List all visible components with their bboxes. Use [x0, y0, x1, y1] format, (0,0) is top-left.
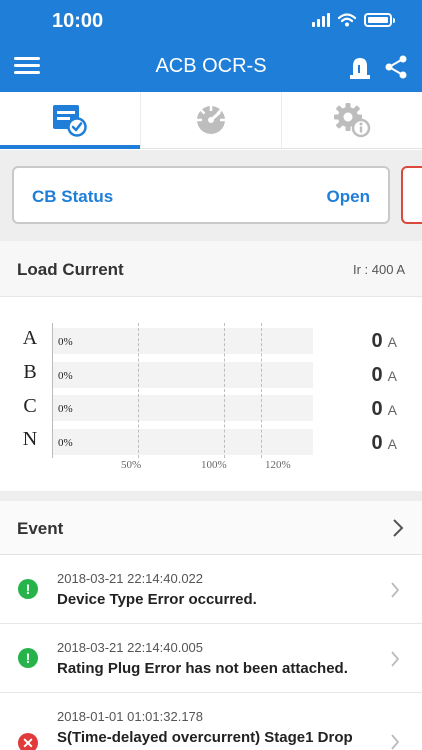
bar-track-n: 0%: [52, 429, 313, 455]
tab-status[interactable]: [0, 92, 141, 149]
event-item[interactable]: ✕ 2018-01-01 01:01:32.178 S(Time-delayed…: [0, 693, 422, 750]
status-icons: [312, 13, 395, 27]
phase-label-b: B: [23, 361, 37, 383]
event-header[interactable]: Event: [0, 501, 422, 555]
tick-100: 100%: [201, 459, 227, 471]
event-time: 2018-01-01 01:01:32.178: [57, 709, 204, 724]
exclamation-icon: !: [18, 648, 38, 668]
tab-gauge[interactable]: [141, 92, 282, 148]
status-bar: 10:00: [0, 0, 422, 44]
chevron-right-icon: [391, 651, 400, 667]
cb-status-section: CB Status Open: [0, 150, 422, 241]
event-title: Event: [17, 519, 64, 538]
load-current-header: Load Current Ir : 400 A: [0, 241, 422, 297]
ir-rating: Ir : 400 A: [352, 262, 405, 277]
event-message: Rating Plug Error has not been attached.: [57, 660, 348, 677]
tick-50: 50%: [121, 459, 142, 471]
battery-icon: [364, 13, 395, 27]
bar-percent-n: 0%: [58, 437, 73, 449]
phase-label-n: N: [22, 428, 38, 450]
error-x-icon: ✕: [18, 733, 38, 750]
share-icon[interactable]: [382, 52, 410, 82]
section-separator: [0, 491, 422, 501]
tab-bar: [0, 92, 422, 149]
bar-track-a: 0%: [52, 328, 313, 354]
cellular-signal-icon: [312, 13, 330, 27]
status-report-icon: [53, 105, 87, 137]
bar-percent-b: 0%: [58, 370, 73, 382]
cb-status-card[interactable]: CB Status Open: [12, 166, 390, 224]
gauge-icon: [197, 106, 225, 134]
tick-120: 120%: [265, 459, 291, 471]
bar-percent-a: 0%: [58, 336, 73, 348]
bar-track-b: 0%: [52, 362, 313, 388]
cb-status-value: Open: [326, 187, 370, 206]
chevron-right-icon: [391, 734, 400, 750]
event-message: Device Type Error occurred.: [57, 591, 257, 608]
next-status-card[interactable]: [401, 166, 422, 224]
status-time: 10:00: [52, 10, 104, 32]
grid-line-100: [224, 323, 225, 458]
event-time: 2018-03-21 22:14:40.005: [57, 640, 204, 655]
exclamation-icon: !: [18, 579, 38, 599]
chevron-right-icon: [391, 582, 400, 598]
phase-value-n: 0A: [371, 432, 397, 454]
phase-value-a: 0A: [371, 330, 397, 352]
load-current-chart: A B C N 0% 0% 0% 0% 50% 100% 120% 0A 0A …: [0, 297, 422, 491]
chart-axis: [52, 323, 53, 458]
settings-info-icon: [334, 103, 371, 138]
bar-track-c: 0%: [52, 395, 313, 421]
phase-label-a: A: [22, 327, 38, 349]
grid-line-50: [138, 323, 139, 458]
wifi-icon: [338, 13, 356, 27]
tab-settings-info[interactable]: [282, 92, 422, 148]
bar-percent-c: 0%: [58, 403, 73, 415]
event-message: S(Time-delayed overcurrent) Stage1 Drop: [57, 729, 353, 746]
grid-line-120: [261, 323, 262, 458]
app-bar: ACB OCR-S: [0, 44, 422, 92]
chevron-right-icon: [393, 519, 404, 537]
event-time: 2018-03-21 22:14:40.022: [57, 571, 204, 586]
phase-value-c: 0A: [371, 398, 397, 420]
phase-label-c: C: [23, 395, 37, 417]
cb-status-label: CB Status: [32, 187, 114, 206]
phase-value-b: 0A: [371, 364, 397, 386]
load-current-title: Load Current: [17, 260, 124, 279]
event-item[interactable]: ! 2018-03-21 22:14:40.022 Device Type Er…: [0, 555, 422, 624]
alarm-light-icon[interactable]: [346, 52, 374, 82]
event-item[interactable]: ! 2018-03-21 22:14:40.005 Rating Plug Er…: [0, 624, 422, 693]
